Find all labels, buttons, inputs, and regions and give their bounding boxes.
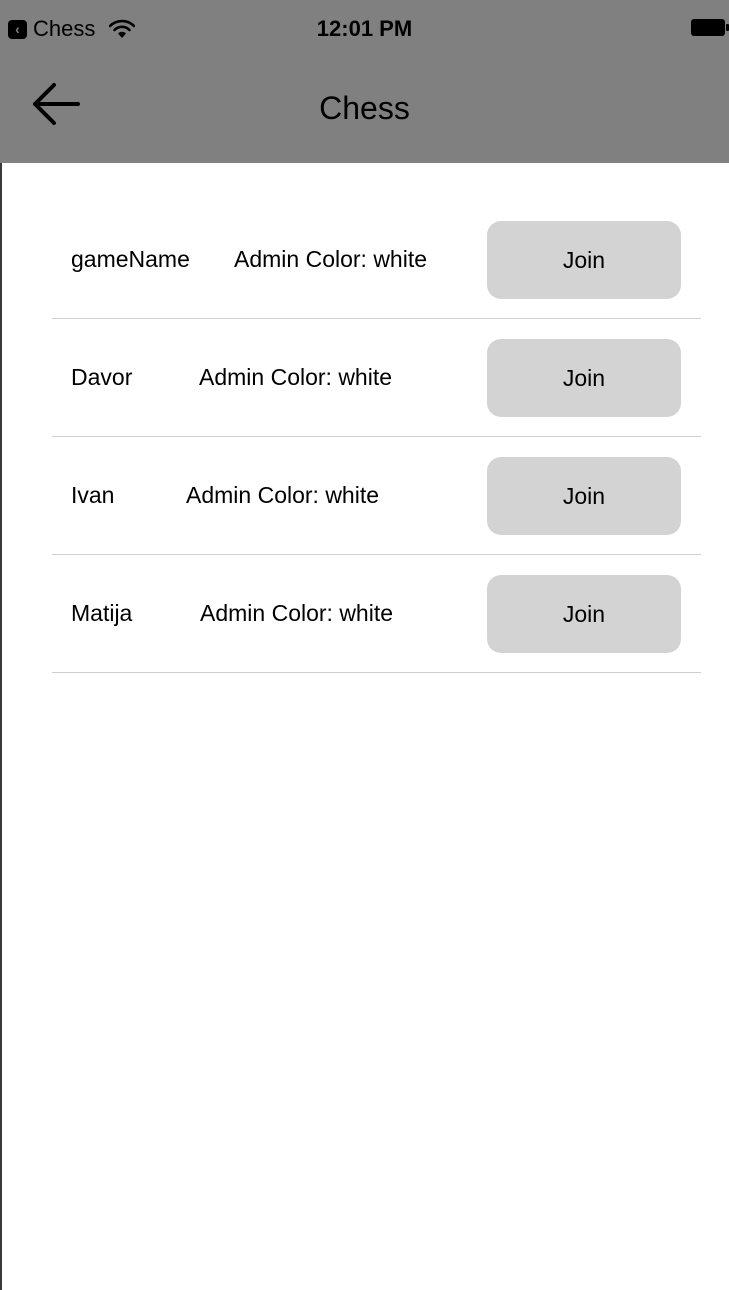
admin-color-label: Admin Color: white [234,246,428,272]
game-name: Ivan [71,482,115,508]
game-row: Ivan Admin Color: white Join [52,437,701,555]
window-edge [0,0,2,1290]
join-button[interactable]: Join [487,457,681,535]
page-title: Chess [319,90,410,126]
game-row: Davor Admin Color: white Join [52,319,701,437]
game-row: Matija Admin Color: white Join [52,555,701,673]
admin-color-label: Admin Color: white [200,600,394,626]
game-name: Davor [71,364,133,390]
battery-icon [691,18,729,37]
admin-color-label: Admin Color: white [186,482,380,508]
game-list: gameName Admin Color: white Join Davor A… [52,201,701,673]
status-time: 12:01 PM [316,16,413,41]
join-button[interactable]: Join [487,221,681,299]
admin-color-label: Admin Color: white [199,364,393,390]
join-button[interactable]: Join [487,339,681,417]
game-row: gameName Admin Color: white Join [52,201,701,319]
game-name: gameName [71,246,190,272]
game-name: Matija [71,600,133,626]
join-button[interactable]: Join [487,575,681,653]
status-bar: ‹ Chess 12:01 PM [0,0,729,60]
navigation-header: ‹ Chess 12:01 PM Chess [0,0,729,163]
